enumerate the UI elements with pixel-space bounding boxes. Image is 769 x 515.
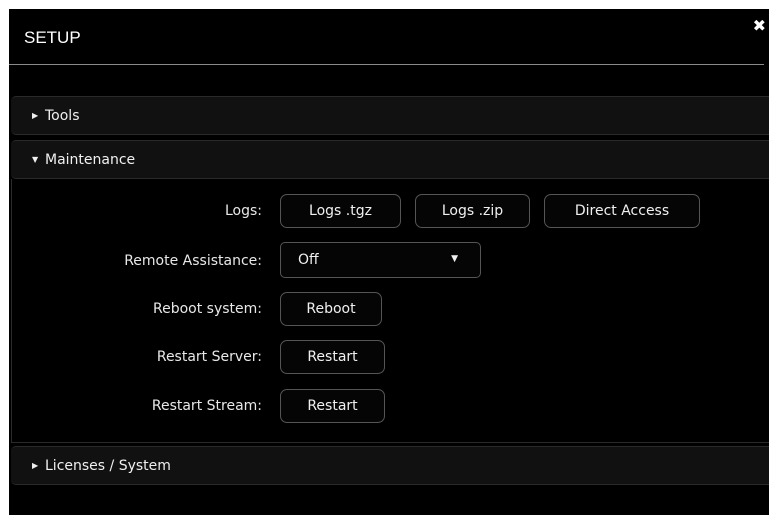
direct-access-button[interactable]: Direct Access	[544, 194, 700, 228]
restart-stream-button[interactable]: Restart	[280, 389, 385, 423]
section-maintenance-body: Logs: Logs .tgz Logs .zip Direct Access …	[11, 179, 769, 443]
section-licenses-header[interactable]: ▶ Licenses / System	[11, 446, 769, 485]
remote-assistance-select[interactable]: Off ▼	[280, 242, 481, 278]
section-maintenance-label: Maintenance	[45, 151, 136, 168]
section-tools-label: Tools	[45, 107, 80, 124]
restart-server-button[interactable]: Restart	[280, 340, 385, 374]
caret-right-icon: ▶	[32, 461, 39, 470]
dialog-title: SETUP	[24, 28, 81, 47]
logs-zip-button[interactable]: Logs .zip	[415, 194, 530, 228]
restart-server-label: Restart Server:	[156, 349, 262, 365]
title-divider	[9, 64, 764, 65]
logs-label: Logs:	[224, 203, 262, 219]
section-licenses-label: Licenses / System	[45, 457, 171, 474]
restart-stream-label: Restart Stream:	[151, 398, 262, 414]
reboot-button[interactable]: Reboot	[280, 292, 382, 326]
close-icon[interactable]: ✖	[753, 18, 766, 34]
remote-assistance-label: Remote Assistance:	[124, 253, 262, 269]
caret-down-icon: ▼	[32, 155, 39, 164]
remote-assistance-value: Off	[298, 252, 319, 268]
logs-tgz-button[interactable]: Logs .tgz	[280, 194, 401, 228]
reboot-label: Reboot system:	[153, 301, 262, 317]
section-maintenance-header[interactable]: ▼ Maintenance	[11, 140, 769, 179]
chevron-down-icon: ▼	[451, 254, 458, 264]
caret-right-icon: ▶	[32, 111, 39, 120]
setup-dialog: SETUP ✖ ▶ Tools ▼ Maintenance Logs: Logs…	[9, 9, 769, 515]
section-tools-header[interactable]: ▶ Tools	[11, 96, 769, 135]
